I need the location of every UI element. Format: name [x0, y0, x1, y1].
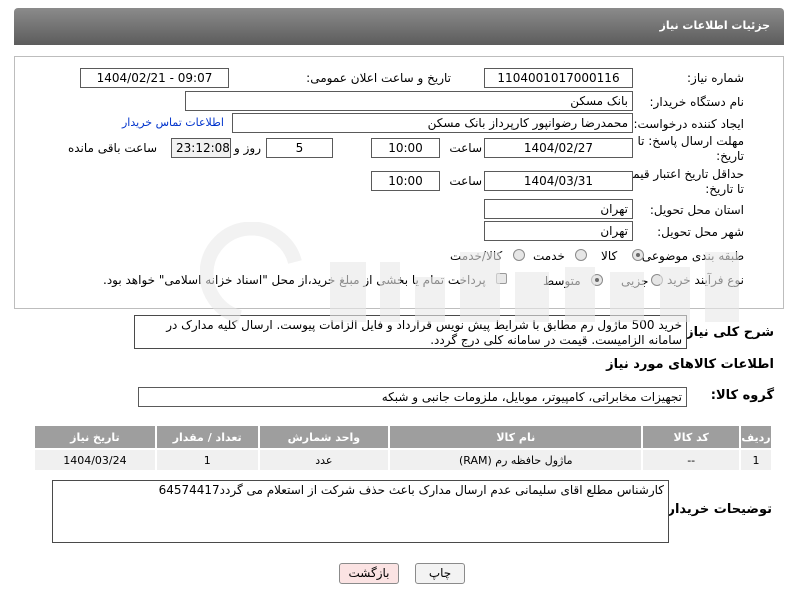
table-row[interactable]: 1 -- ماژول حافظه رم (RAM) عدد 1 1404/03/… [33, 448, 773, 472]
buyer-notes-label: توضیحات خریدار: [662, 502, 772, 517]
category-label: طبقه بندی موضوعی: [637, 249, 744, 263]
cell-unit: عدد [257, 448, 391, 472]
table-header-row: ردیف کد کالا نام کالا واحد شمارش تعداد /… [33, 424, 773, 450]
col-need-date: تاریخ نیاز [33, 424, 157, 450]
treasury-payment-note: پرداخت تمام یا بخشی از مبلغ خرید،از محل … [103, 273, 486, 287]
buyer-org-field[interactable]: بانک مسکن [185, 91, 633, 111]
col-code: کد کالا [641, 424, 742, 450]
col-row: ردیف [739, 424, 773, 450]
cell-code: -- [641, 448, 742, 472]
category-option-both: کالا/خدمت [450, 249, 503, 263]
buyer-notes-textarea[interactable]: کارشناس مطلع اقای سلیمانی عدم ارسال مدار… [52, 480, 669, 543]
announce-label: تاریخ و ساعت اعلان عمومی: [306, 71, 451, 85]
category-option-goods: کالا [601, 249, 618, 263]
remaining-time-field: 23:12:08 [171, 138, 231, 158]
page-title: جزئیات اطلاعات نیاز [659, 19, 771, 32]
validity-time-word: ساعت [449, 174, 482, 188]
category-radio-goods[interactable] [632, 249, 644, 261]
goods-section-title: اطلاعات کالاهای مورد نیاز [606, 357, 774, 372]
province-field[interactable]: تهران [484, 199, 633, 219]
deadline-label: مهلت ارسال پاسخ: تا [637, 134, 744, 148]
goods-group-label: گروه کالا: [710, 388, 774, 403]
process-option-medium: متوسط [543, 274, 581, 288]
deadline-date-field[interactable]: 1404/02/27 [484, 138, 633, 158]
validity-label: حداقل تاریخ اعتبار قیمت: [617, 167, 744, 181]
validity-date-field[interactable]: 1404/03/31 [484, 171, 633, 191]
treasury-payment-checkbox[interactable] [496, 273, 507, 284]
cell-quantity: 1 [154, 448, 260, 472]
remaining-word: ساعت باقی مانده [67, 141, 157, 155]
days-field[interactable]: 5 [266, 138, 333, 158]
print-button[interactable]: چاپ [415, 563, 465, 584]
deadline-time-field[interactable]: 10:00 [371, 138, 440, 158]
category-radio-both[interactable] [513, 249, 525, 261]
province-label: استان محل تحویل: [649, 203, 744, 217]
process-label: نوع فرآیند خرید : [659, 273, 744, 287]
cell-name: ماژول حافظه رم (RAM) [388, 448, 644, 472]
city-label: شهر محل تحویل: [657, 225, 744, 239]
cell-need-date: 1404/03/24 [33, 448, 157, 472]
col-unit: واحد شمارش [257, 424, 391, 450]
creator-label: ایجاد کننده درخواست: [633, 117, 744, 131]
days-word: روز و [234, 141, 261, 155]
city-field[interactable]: تهران [484, 221, 633, 241]
creator-field[interactable]: محمدرضا رضوانپور کارپرداز بانک مسکن [232, 113, 633, 133]
announce-value: 1404/02/21 - 09:07 [96, 71, 213, 85]
col-name: نام کالا [388, 424, 644, 450]
deadline-time-word: ساعت [449, 141, 482, 155]
category-radio-service[interactable] [575, 249, 587, 261]
description-textarea[interactable]: خرید 500 ماژول رم مطابق با شرایط پیش نوی… [134, 315, 687, 349]
process-radio-minor[interactable] [651, 274, 663, 286]
cell-row: 1 [739, 448, 773, 472]
need-number-label: شماره نیاز: [687, 71, 744, 85]
col-quantity: تعداد / مقدار [154, 424, 260, 450]
process-radio-medium[interactable] [591, 274, 603, 286]
description-label: شرح کلی نیاز: [680, 325, 774, 340]
process-option-minor: جزیی [621, 274, 649, 288]
goods-group-field[interactable]: تجهیزات مخابراتی، کامپیوتر، موبایل، ملزو… [138, 387, 687, 407]
category-option-service: خدمت [533, 249, 565, 263]
buyer-org-label: نام دستگاه خریدار: [649, 95, 745, 109]
announce-field[interactable]: 1404/02/21 - 09:07 [80, 68, 229, 88]
need-number-field[interactable]: 1104001017000116 [484, 68, 633, 88]
goods-table: ردیف کد کالا نام کالا واحد شمارش تعداد /… [33, 424, 773, 472]
validity-time-field[interactable]: 10:00 [371, 171, 440, 191]
deadline-label-date: تاریخ: [716, 149, 744, 163]
validity-label-date: تا تاریخ: [705, 182, 744, 196]
contact-info-link[interactable]: اطلاعات تماس خریدار [122, 116, 224, 129]
header-panel: جزئیات اطلاعات نیاز [14, 8, 784, 45]
back-button[interactable]: بازگشت [339, 563, 399, 584]
